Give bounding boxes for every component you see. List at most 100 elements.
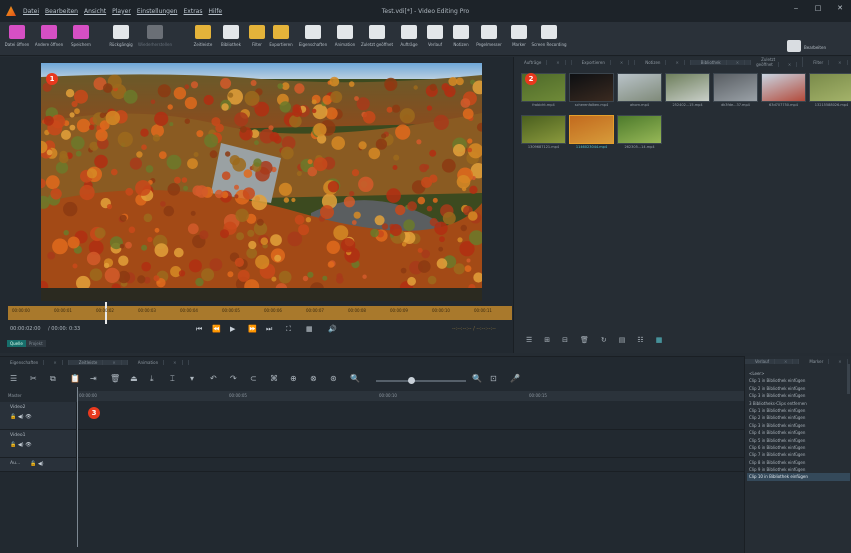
- tab-history-1[interactable]: Marker ✕: [799, 358, 851, 364]
- zoom-fit-icon[interactable]: ⊡: [490, 374, 497, 383]
- overwrite-icon[interactable]: ⤓: [150, 374, 154, 384]
- folder-button[interactable]: Datei öffnen: [0, 25, 34, 55]
- rewind-icon[interactable]: ⏪: [212, 325, 221, 333]
- close-icon[interactable]: ✕: [782, 62, 798, 67]
- library-thumbnail[interactable]: 1146023044.mp4: [569, 115, 614, 153]
- timeline-track[interactable]: Video1 🔓 ◀) 👁: [0, 430, 744, 458]
- split-icon[interactable]: ⌶: [170, 374, 175, 384]
- marker-button[interactable]: Marker: [502, 25, 536, 55]
- maximize-button[interactable]: □: [811, 4, 825, 12]
- paste-icon[interactable]: 📋: [70, 374, 80, 383]
- menu-item-0[interactable]: Datei: [23, 8, 39, 15]
- prev-marker-icon[interactable]: ↶: [210, 374, 217, 383]
- history-item[interactable]: Clip 7 in Bibliothek einfügen: [747, 451, 850, 458]
- history-item[interactable]: Clip 3 in Bibliothek einfügen: [747, 422, 850, 429]
- tab-library-1[interactable]: Exportieren ✕: [572, 59, 636, 65]
- animation-button[interactable]: Animation: [328, 25, 362, 55]
- close-icon[interactable]: ✕: [551, 59, 566, 65]
- skip-start-icon[interactable]: ⏮: [196, 325, 202, 334]
- history-scrollbar[interactable]: [847, 364, 850, 394]
- next-marker-icon[interactable]: ↷: [230, 374, 237, 383]
- tab-library-2[interactable]: Notizen ✕: [635, 59, 691, 65]
- ripple-icon[interactable]: ⊕: [290, 374, 297, 383]
- menu-item-2[interactable]: Ansicht: [84, 8, 106, 15]
- history-item[interactable]: Clip 8 in Bibliothek einfügen: [747, 459, 850, 466]
- tab-timeline-2[interactable]: Animation ✕: [128, 359, 189, 365]
- refresh-icon[interactable]: ↻: [601, 336, 607, 344]
- close-icon[interactable]: ✕: [779, 358, 794, 364]
- library-thumbnail[interactable]: ahorn.mp4: [617, 73, 662, 111]
- close-icon[interactable]: ✕: [168, 359, 183, 365]
- copy-icon[interactable]: ⧉: [50, 374, 56, 384]
- list-view-icon[interactable]: ▤: [619, 336, 626, 344]
- close-icon[interactable]: ✕: [107, 359, 122, 365]
- import-icon[interactable]: ⊟: [562, 336, 568, 344]
- close-button[interactable]: ✕: [833, 4, 847, 12]
- open-other-button[interactable]: Andere öffnen: [32, 25, 66, 55]
- scrub-icon[interactable]: ⌘: [270, 374, 278, 383]
- ripple-markers-icon[interactable]: ⊛: [330, 374, 337, 383]
- skip-end-icon[interactable]: ⏭: [266, 325, 272, 334]
- zoom-knob[interactable]: [408, 377, 415, 384]
- menu-item-4[interactable]: Einstellungen: [137, 8, 178, 15]
- close-icon[interactable]: ✕: [730, 59, 746, 65]
- track-icons[interactable]: 🔓 ◀): [30, 461, 44, 467]
- screen-recording-button[interactable]: Screen Recording: [531, 25, 567, 55]
- snap-icon[interactable]: ⊂: [250, 374, 257, 383]
- marker-icon[interactable]: ▾: [190, 374, 194, 383]
- detail-view-icon[interactable]: ☷: [637, 336, 643, 344]
- current-timecode[interactable]: 00:00:02:00: [10, 326, 41, 332]
- properties-button[interactable]: Eigenschaften: [296, 25, 330, 55]
- menu-item-3[interactable]: Player: [112, 8, 131, 15]
- history-item[interactable]: Clip 5 in Bibliothek einfügen: [747, 437, 850, 444]
- history-item[interactable]: Clip 3 in Bibliothek einfügen: [747, 392, 850, 399]
- level-meter-button[interactable]: Pegelmesser: [472, 25, 506, 55]
- video-preview[interactable]: [41, 63, 482, 301]
- history-item[interactable]: 3 Bibliotheks-Clips entfernen: [747, 400, 850, 407]
- volume-icon[interactable]: 🔊: [328, 325, 337, 333]
- history-item[interactable]: Clip 2 in Bibliothek einfügen: [747, 414, 850, 421]
- library-thumbnail[interactable]: dk3fde...37.mp4: [713, 73, 758, 111]
- history-item[interactable]: Clip 2 in Bibliothek einfügen: [747, 385, 850, 392]
- tab-library-3[interactable]: Bibliothek ✕: [690, 59, 752, 65]
- save-button[interactable]: Speichern: [64, 25, 98, 55]
- close-icon[interactable]: ✕: [833, 358, 848, 364]
- play-icon[interactable]: ▶: [230, 325, 235, 333]
- tab-library-0[interactable]: Aufträge ✕: [514, 59, 572, 65]
- export-button[interactable]: Exportieren: [264, 25, 298, 55]
- playhead[interactable]: [105, 302, 107, 324]
- library-thumbnail[interactable]: 63d707750.mp4: [761, 73, 806, 111]
- menu-icon[interactable]: ☰: [10, 374, 17, 383]
- history-item[interactable]: Clip 4 in Bibliothek einfügen: [747, 429, 850, 436]
- track-icons[interactable]: 🔓 ◀) 👁: [10, 414, 32, 420]
- library-thumbnail[interactable]: scherenfalken.mp4: [569, 73, 614, 111]
- close-icon[interactable]: ✕: [614, 59, 630, 65]
- delete-icon[interactable]: 🗑: [110, 374, 120, 383]
- history-item[interactable]: Clip 10 in Bibliothek einfügen: [747, 473, 850, 481]
- menu-item-6[interactable]: Hilfe: [208, 8, 222, 15]
- menu-item-1[interactable]: Bearbeiten: [45, 8, 78, 15]
- timeline-track[interactable]: Au... 🔓 ◀): [0, 458, 744, 472]
- tab-timeline-1[interactable]: Zeitleiste ✕: [68, 359, 128, 365]
- library-thumbnail[interactable]: 262305...14.mp4: [617, 115, 662, 153]
- append-icon[interactable]: ⇥: [90, 374, 97, 383]
- tab-project[interactable]: Projekt: [25, 340, 46, 347]
- tab-history-0[interactable]: Verlauf ✕: [745, 358, 800, 364]
- timeline-ruler[interactable]: 00:00:00 00:00:05 00:00:10 00:00:15: [77, 391, 744, 401]
- tab-library-5[interactable]: Filter ✕: [803, 59, 851, 65]
- close-icon[interactable]: ✕: [670, 59, 685, 65]
- redo-button[interactable]: Wiederherstellen: [138, 25, 172, 55]
- history-item[interactable]: <Leer>: [747, 370, 850, 377]
- library-thumbnail[interactable]: 252402...15.mp4: [665, 73, 710, 111]
- player-ruler[interactable]: 00:00:00 00:00:01 00:00:02 00:00:03 00:00:04…: [8, 302, 512, 324]
- timeline-playhead[interactable]: [77, 387, 78, 547]
- grid-icon[interactable]: ▦: [306, 325, 313, 333]
- minimize-button[interactable]: ‒: [789, 4, 803, 12]
- library-thumbnail[interactable]: 13215588026.mp4: [809, 73, 851, 111]
- cut-icon[interactable]: ✂: [30, 374, 37, 383]
- undo-button[interactable]: Rückgängig: [104, 25, 138, 55]
- tab-library-4[interactable]: Zuletzt geöffnet ✕: [751, 57, 804, 67]
- crop-icon[interactable]: ⛶: [286, 325, 291, 334]
- track-icons[interactable]: 🔓 ◀) 👁: [10, 442, 32, 448]
- zoom-in-icon[interactable]: 🔍: [472, 374, 482, 383]
